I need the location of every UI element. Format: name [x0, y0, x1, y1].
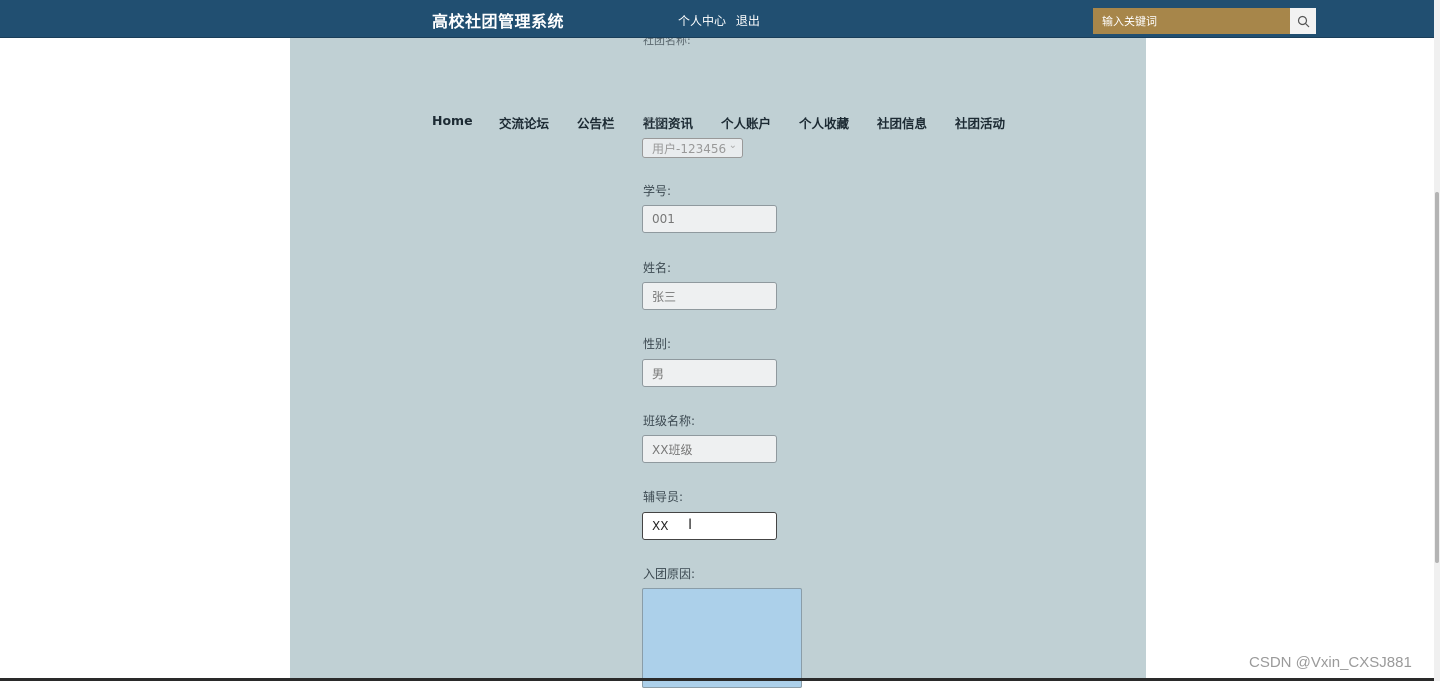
nav-account[interactable]: 个人账户 — [721, 113, 771, 132]
club-name-label: 社团名称: — [643, 38, 691, 46]
header-links: 个人中心 退出 — [678, 12, 766, 29]
nav-favorites[interactable]: 个人收藏 — [799, 113, 849, 132]
site-title: 高校社团管理系统 — [432, 12, 565, 31]
nav-notice[interactable]: 公告栏 — [577, 113, 615, 132]
nav-club-activities[interactable]: 社团活动 — [955, 113, 1005, 132]
advisor-label: 辅导员: — [643, 490, 684, 504]
text-cursor-icon: I — [688, 517, 693, 533]
class-name-field[interactable] — [642, 435, 777, 463]
join-reason-label: 入团原因: — [643, 567, 696, 581]
join-reason-textarea[interactable] — [642, 588, 802, 688]
student-label: 学生: — [643, 117, 669, 127]
name-field[interactable] — [642, 282, 777, 310]
personal-center-link[interactable]: 个人中心 — [678, 14, 726, 28]
student-id-field[interactable] — [642, 205, 777, 233]
student-select-value: 用户-123456 — [652, 142, 727, 156]
scrollbar-thumb[interactable] — [1435, 192, 1439, 563]
search-button[interactable] — [1290, 8, 1316, 34]
chevron-down-icon: ⌄ — [728, 140, 737, 151]
nav-home[interactable]: Home — [432, 113, 473, 128]
student-select[interactable]: 用户-123456 ⌄ — [642, 138, 743, 158]
nav-forum[interactable]: 交流论坛 — [499, 113, 549, 132]
name-label: 姓名: — [643, 261, 672, 275]
watermark: CSDN @Vxin_CXSJ881 — [1249, 654, 1412, 671]
main-nav: Home 交流论坛 公告栏 社团资讯 个人账户 个人收藏 社团信息 社团活动 — [290, 113, 1146, 133]
advisor-field[interactable] — [642, 512, 777, 540]
search-input[interactable] — [1093, 8, 1290, 34]
top-header: 高校社团管理系统 个人中心 退出 — [0, 0, 1434, 38]
gender-label: 性别: — [643, 337, 672, 351]
class-name-label: 班级名称: — [643, 414, 696, 428]
nav-club-info[interactable]: 社团信息 — [877, 113, 927, 132]
search-icon — [1297, 15, 1309, 27]
logout-link[interactable]: 退出 — [736, 14, 760, 28]
gender-field[interactable] — [642, 359, 777, 387]
student-id-label: 学号: — [643, 184, 672, 198]
main-content: 社团名称: Home 交流论坛 公告栏 社团资讯 个人账户 个人收藏 社团信息 … — [290, 38, 1146, 688]
